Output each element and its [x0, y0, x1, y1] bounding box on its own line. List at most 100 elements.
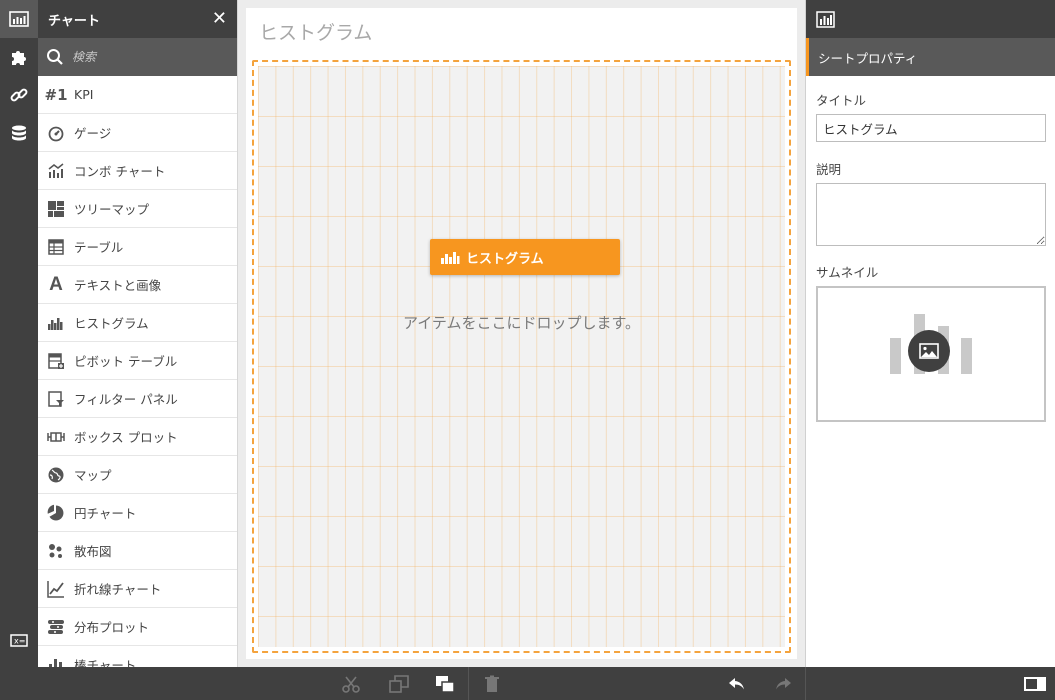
combo-chart-icon: [47, 162, 65, 180]
distribution-plot-icon: [47, 618, 65, 636]
pie-chart-icon: [47, 504, 65, 522]
svg-text:x=: x=: [14, 637, 25, 646]
redo-icon: [776, 678, 791, 690]
library-header: チャート ✕: [38, 0, 237, 38]
library-item-label: マップ: [74, 468, 112, 483]
library-item-scatter-plot[interactable]: 散布図: [38, 532, 237, 570]
sheet-canvas: ヒストグラム ヒストグラム アイテムをここにドロップします。: [246, 8, 797, 659]
library-item-box-plot[interactable]: ボックス プロット: [38, 418, 237, 456]
library-item-table[interactable]: テーブル: [38, 228, 237, 266]
link-icon: [10, 88, 28, 102]
library-item-bar-chart[interactable]: 棒チャート: [38, 646, 237, 667]
description-label: 説明: [816, 162, 842, 177]
layout-grid: [258, 66, 785, 647]
library-item-label: ボックス プロット: [74, 430, 178, 445]
library-item-line-chart[interactable]: 折れ線チャート: [38, 570, 237, 608]
bar-chart-icon: [47, 656, 65, 667]
bottom-toolbar: [0, 667, 1055, 700]
library-item-label: ゲージ: [74, 126, 112, 141]
drag-chip-label: ヒストグラム: [466, 251, 544, 267]
toggle-properties-panel-button[interactable]: [1015, 667, 1055, 700]
sheet-chart-icon: [816, 10, 835, 28]
library-item-treemap[interactable]: ツリーマップ: [38, 190, 237, 228]
histogram-icon: [47, 314, 65, 332]
links-tab-button[interactable]: [0, 76, 38, 114]
thumbnail-label: サムネイル: [816, 265, 879, 280]
text-image-icon: A: [49, 273, 63, 295]
thumbnail-picker[interactable]: [816, 286, 1046, 422]
title-input[interactable]: [816, 114, 1046, 142]
library-item-pivot-table[interactable]: ピボット テーブル: [38, 342, 237, 380]
search-input[interactable]: [72, 50, 222, 64]
library-item-label: ピボット テーブル: [74, 354, 178, 369]
library-item-map[interactable]: マップ: [38, 456, 237, 494]
library-item-label: 円チャート: [74, 506, 137, 521]
redo-button[interactable]: [772, 674, 794, 694]
delete-button[interactable]: [481, 674, 503, 694]
library-item-distribution-plot[interactable]: 分布プロット: [38, 608, 237, 646]
gauge-icon: [47, 124, 65, 142]
library-item-label: テーブル: [74, 240, 124, 255]
properties-panel: シートプロパティ タイトル 説明 サムネイル: [805, 0, 1055, 667]
sheet-title: ヒストグラム: [259, 21, 373, 44]
library-item-filter-pane[interactable]: フィルター パネル: [38, 380, 237, 418]
table-icon: [47, 238, 65, 256]
title-label: タイトル: [816, 93, 867, 108]
pivot-table-icon: [47, 352, 65, 370]
drop-hint: アイテムをここにドロップします。: [402, 314, 640, 332]
undo-button[interactable]: [726, 674, 748, 694]
box-plot-icon: [47, 428, 65, 446]
close-icon[interactable]: ✕: [212, 10, 227, 28]
charts-tab-button[interactable]: [0, 0, 38, 38]
library-item-label: 散布図: [74, 544, 112, 559]
search-icon: [47, 49, 63, 65]
fields-tab-button[interactable]: [0, 114, 38, 152]
variables-button[interactable]: x=: [0, 621, 38, 659]
variables-icon: x=: [10, 634, 28, 647]
toolbar-divider: [805, 667, 806, 700]
drop-zone[interactable]: ヒストグラム アイテムをここにドロップします。: [252, 60, 791, 653]
filter-pane-icon: [47, 390, 65, 408]
library-item-label: 分布プロット: [74, 620, 150, 635]
database-icon: [12, 125, 26, 141]
chart-library-panel: チャート ✕ #1 KPI ゲージ コンボ チャート ツリーマップ テーブル A…: [38, 0, 238, 667]
cut-button[interactable]: [340, 674, 362, 694]
extensions-tab-button[interactable]: [0, 38, 38, 76]
image-icon: [908, 330, 950, 372]
library-item-histogram[interactable]: ヒストグラム: [38, 304, 237, 342]
library-title: チャート: [48, 13, 100, 29]
library-item-gauge[interactable]: ゲージ: [38, 114, 237, 152]
kpi-icon: #1: [44, 85, 68, 104]
library-item-kpi[interactable]: #1 KPI: [38, 76, 237, 114]
library-item-label: コンボ チャート: [74, 164, 166, 179]
library-item-label: ヒストグラム: [74, 316, 149, 331]
map-icon: [47, 466, 65, 484]
paste-icon: [436, 676, 455, 693]
paste-button[interactable]: [434, 674, 456, 694]
trash-icon: [485, 675, 499, 692]
scissors-icon: [342, 676, 360, 693]
left-rail: x=: [0, 0, 38, 667]
library-item-label: KPI: [74, 87, 94, 102]
extensions-icon: [12, 51, 26, 65]
library-item-label: 棒チャート: [74, 658, 137, 667]
treemap-icon: [47, 200, 65, 218]
copy-button[interactable]: [388, 674, 410, 694]
library-item-pie-chart[interactable]: 円チャート: [38, 494, 237, 532]
line-chart-icon: [47, 580, 65, 598]
description-textarea[interactable]: [816, 183, 1046, 246]
toolbar-divider: [468, 667, 469, 700]
library-item-label: 折れ線チャート: [74, 582, 162, 597]
library-item-label: ツリーマップ: [74, 202, 150, 217]
library-search: [38, 38, 237, 76]
histogram-icon: [441, 252, 460, 264]
library-item-text-image[interactable]: A テキストと画像: [38, 266, 237, 304]
charts-icon: [9, 11, 29, 27]
panel-layout-icon: [1024, 676, 1046, 691]
properties-header: [806, 0, 1055, 38]
library-item-combo-chart[interactable]: コンボ チャート: [38, 152, 237, 190]
sheet-properties-section[interactable]: シートプロパティ: [806, 38, 1055, 76]
undo-icon: [729, 678, 744, 690]
library-item-label: フィルター パネル: [74, 392, 178, 407]
dragged-histogram-chip[interactable]: ヒストグラム: [430, 239, 620, 275]
